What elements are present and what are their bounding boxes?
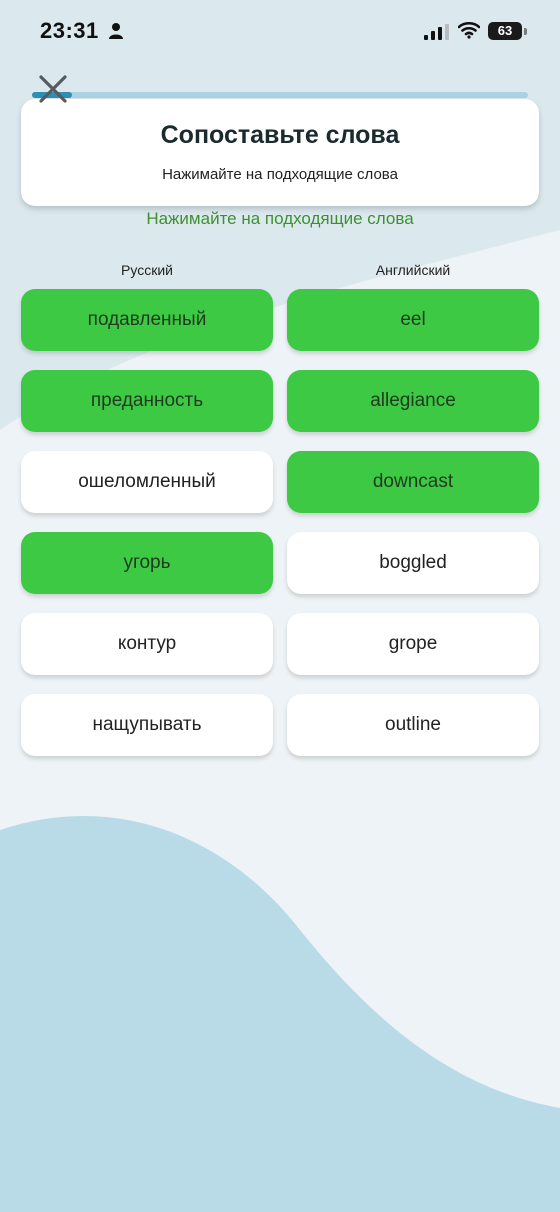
battery-icon: 63 [488, 22, 522, 40]
page-title: Сопоставьте слова [160, 121, 400, 149]
card-subtitle: Нажимайте на подходящие слова [162, 166, 398, 183]
russian-word-tile[interactable]: контур [21, 613, 273, 675]
battery-cap [524, 28, 527, 35]
english-word-tile[interactable]: eel [287, 289, 539, 351]
person-icon [109, 23, 123, 39]
hint-text: Нажимайте на подходящие слова [146, 209, 414, 228]
russian-word-column: подавленный преданность ошеломленный уго… [21, 289, 273, 775]
english-word-tile[interactable]: outline [287, 694, 539, 756]
column-header-russian: Русский [121, 262, 173, 278]
russian-word-tile[interactable]: нащупывать [21, 694, 273, 756]
russian-word-tile[interactable]: подавленный [21, 289, 273, 351]
column-header-english: Английский [375, 262, 451, 278]
russian-word-tile[interactable]: преданность [21, 370, 273, 432]
progress-bar [32, 92, 528, 98]
status-bar: 23:31 63 [0, 0, 560, 64]
russian-word-tile[interactable]: ошеломленный [21, 451, 273, 513]
english-word-tile[interactable]: boggled [287, 532, 539, 594]
english-word-tile[interactable]: grope [287, 613, 539, 675]
close-icon[interactable] [36, 72, 70, 106]
russian-word-tile[interactable]: угорь [21, 532, 273, 594]
english-word-tile[interactable]: downcast [287, 451, 539, 513]
status-time: 23:31 [40, 18, 99, 43]
wifi-icon [458, 21, 480, 39]
english-word-tile[interactable]: allegiance [287, 370, 539, 432]
cellular-signal-icon [424, 24, 449, 40]
english-word-column: eel allegiance downcast boggled grope ou… [287, 289, 539, 775]
instruction-card: Сопоставьте слова Нажимайте на подходящи… [21, 99, 539, 206]
